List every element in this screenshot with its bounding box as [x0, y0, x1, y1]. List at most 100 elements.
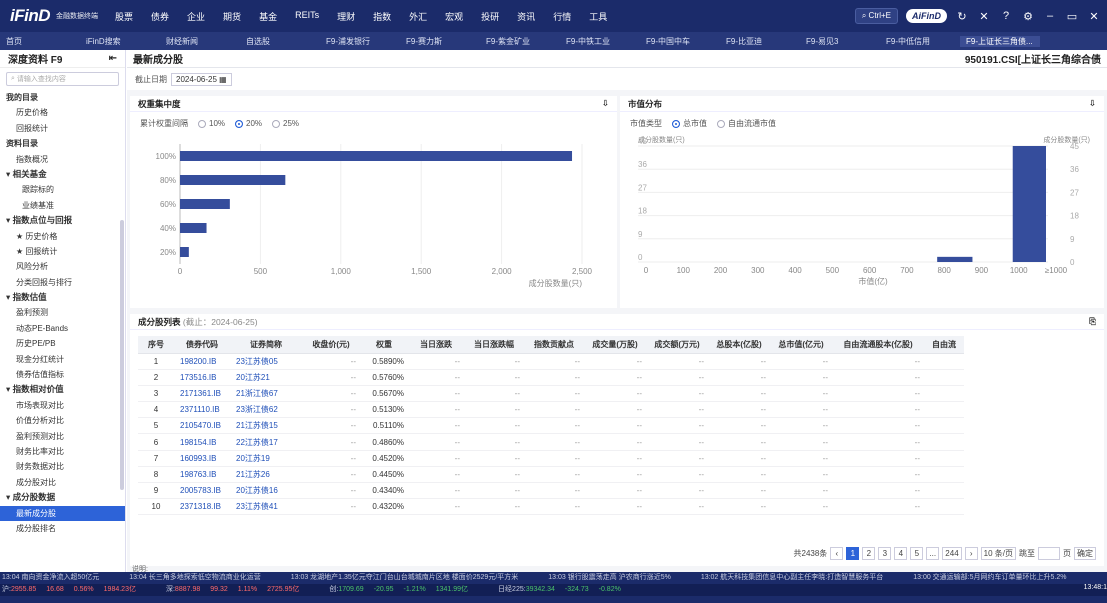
radio-option[interactable]: 自由流通市值: [717, 118, 776, 129]
menu-item[interactable]: 股票: [106, 10, 142, 23]
tab-item[interactable]: F9-中国中车: [640, 36, 720, 47]
sidebar-item[interactable]: ▾ 指数估值: [0, 290, 125, 305]
news-item[interactable]: 13:04 长三角多地探索低空物流商业化运营: [129, 572, 260, 582]
jump-page-input[interactable]: [1038, 547, 1060, 560]
index-quote[interactable]: 深:8887.98 99.32 1.11% 2725.95亿: [166, 584, 309, 596]
page-button[interactable]: 1: [846, 547, 860, 560]
sidebar-scrollbar[interactable]: [120, 220, 124, 490]
sidebar-item[interactable]: ▾ 成分股数据: [0, 490, 125, 505]
table-row[interactable]: 8 198763.IB 21江苏26 -- 0.4450% -- -- -- -- -- -- -- -…: [138, 466, 964, 484]
column-header[interactable]: 收盘价(元): [302, 336, 360, 354]
bond-code-link[interactable]: 2105470.IB: [174, 417, 230, 435]
bond-name-link[interactable]: 21浙江债67: [230, 385, 302, 403]
menu-item[interactable]: 外汇: [400, 10, 436, 23]
tab-item[interactable]: F9-中铁工业: [560, 36, 640, 47]
sidebar-item[interactable]: 风险分析: [0, 259, 125, 274]
menu-item[interactable]: REITs: [286, 10, 328, 23]
bond-name-link[interactable]: 21江苏26: [230, 466, 302, 484]
column-header[interactable]: 总市值(亿元): [770, 336, 832, 354]
sidebar-item[interactable]: ▾ 相关基金: [0, 167, 125, 182]
bond-name-link[interactable]: 20江苏19: [230, 450, 302, 467]
bond-name-link[interactable]: 23江苏债05: [230, 353, 302, 370]
tab-item[interactable]: F9-浦发银行: [320, 36, 400, 47]
bond-name-link[interactable]: 20江苏债16: [230, 482, 302, 500]
menu-item[interactable]: 企业: [178, 10, 214, 23]
sidebar-item[interactable]: 资料目录: [0, 136, 125, 151]
index-quote[interactable]: 沪:2955.85 16.68 0.56% 1984.23亿: [2, 584, 146, 596]
close-all-icon[interactable]: ✕: [977, 10, 991, 23]
table-row[interactable]: 5 2105470.IB 21江苏债15 -- 0.5110% -- -- -- -- -- -- -…: [138, 417, 964, 435]
table-row[interactable]: 3 2171361.IB 21浙江债67 -- 0.5670% -- -- -- -- -- -- -…: [138, 385, 964, 403]
news-item[interactable]: 13:04 南向资金净流入超50亿元: [2, 572, 99, 582]
sidebar-item[interactable]: 跟踪标的: [0, 182, 125, 197]
menu-item[interactable]: 理财: [328, 10, 364, 23]
bond-code-link[interactable]: 2171361.IB: [174, 385, 230, 403]
bond-name-link[interactable]: 22江苏债17: [230, 433, 302, 451]
sidebar-item[interactable]: 分类回报与排行: [0, 275, 125, 290]
minimize-icon[interactable]: –: [1043, 10, 1057, 22]
export-icon[interactable]: ⇩: [602, 98, 609, 109]
menu-item[interactable]: 债券: [142, 10, 178, 23]
tab-item[interactable]: F9-赛力斯: [400, 36, 480, 47]
confirm-button[interactable]: 确定: [1074, 547, 1096, 560]
news-item[interactable]: 13:03 银行股震荡走高 沪农商行涨近5%: [548, 572, 671, 582]
table-row[interactable]: 7 160993.IB 20江苏19 -- 0.4520% -- -- -- -- -- -- -- -…: [138, 450, 964, 467]
index-quote[interactable]: 日经225:39342.34 -324.73 -0.82%: [498, 584, 631, 596]
export-excel-icon[interactable]: ⎘: [1089, 316, 1096, 327]
column-header[interactable]: 序号: [138, 336, 174, 354]
menu-item[interactable]: 宏观: [436, 10, 472, 23]
sidebar-item[interactable]: 最新成分股: [0, 505, 125, 521]
table-row[interactable]: 2 173516.IB 20江苏21 -- 0.5760% -- -- -- -- -- -- -- -…: [138, 369, 964, 386]
help-icon[interactable]: ?: [999, 10, 1013, 22]
table-row[interactable]: 6 198154.IB 22江苏债17 -- 0.4860% -- -- -- -- -- -- --…: [138, 433, 964, 451]
page-button[interactable]: 244: [942, 547, 962, 560]
refresh-icon[interactable]: ↻: [955, 10, 969, 23]
menu-item[interactable]: 基金: [250, 10, 286, 23]
sidebar-item[interactable]: 市场表现对比: [0, 398, 125, 413]
bond-name-link[interactable]: 20江苏21: [230, 369, 302, 386]
menu-item[interactable]: 投研: [472, 10, 508, 23]
sidebar-item[interactable]: ★ 回报统计: [0, 244, 125, 259]
sidebar-item[interactable]: 历史PE/PB: [0, 336, 125, 351]
bond-code-link[interactable]: 2371110.IB: [174, 401, 230, 419]
news-item[interactable]: 13:03 龙湖地产1.35亿元夺江门台山台城城南片区地 楼面价2529元/平方…: [291, 572, 519, 582]
page-button[interactable]: 4: [894, 547, 908, 560]
sidebar-item[interactable]: 回报统计: [0, 121, 125, 136]
bond-code-link[interactable]: 2005783.IB: [174, 482, 230, 500]
sidebar-item[interactable]: 历史价格: [0, 105, 125, 120]
table-row[interactable]: 10 2371318.IB 23江苏债41 -- 0.4320% -- -- -- -- -- --…: [138, 498, 964, 516]
table-row[interactable]: 9 2005783.IB 20江苏债16 -- 0.4340% -- -- -- -- -- -- -…: [138, 482, 964, 500]
bond-code-link[interactable]: 198154.IB: [174, 433, 230, 451]
column-header[interactable]: 指数贡献点: [524, 336, 584, 354]
page-size-select[interactable]: 10 条/页: [980, 547, 1016, 560]
date-picker[interactable]: 2024-06-25 ▦: [171, 72, 232, 86]
sidebar-item[interactable]: 盈利预测: [0, 305, 125, 320]
page-button[interactable]: 5: [910, 547, 924, 560]
radio-option[interactable]: 总市值: [672, 118, 707, 129]
sidebar-item[interactable]: 盈利预测对比: [0, 429, 125, 444]
sidebar-item[interactable]: ★ 历史价格: [0, 229, 125, 244]
sidebar-item[interactable]: 我的目录: [0, 90, 125, 105]
menu-item[interactable]: 资讯: [508, 10, 544, 23]
column-header[interactable]: 当日涨跌幅: [464, 336, 524, 354]
tab-item[interactable]: F9-紫金矿业: [480, 36, 560, 47]
page-button[interactable]: ...: [926, 547, 940, 560]
radio-option[interactable]: 20%: [235, 119, 262, 128]
column-header[interactable]: 自由流通股本(亿股): [832, 336, 924, 354]
tab-item[interactable]: 自选股: [240, 36, 320, 47]
page-button[interactable]: 3: [878, 547, 892, 560]
column-header[interactable]: 总股本(亿股): [708, 336, 770, 354]
menu-item[interactable]: 期货: [214, 10, 250, 23]
tab-item[interactable]: 财经新闻: [160, 36, 240, 47]
aifind-button[interactable]: AiFinD: [906, 9, 947, 23]
tab-item[interactable]: F9-易见3: [800, 36, 880, 47]
bond-code-link[interactable]: 160993.IB: [174, 450, 230, 467]
sidebar-item[interactable]: ▾ 指数点位与回报: [0, 213, 125, 228]
sidebar-item[interactable]: 指数概况: [0, 152, 125, 167]
collapse-icon[interactable]: ⇤: [109, 53, 117, 64]
bond-code-link[interactable]: 2371318.IB: [174, 498, 230, 516]
menu-item[interactable]: 行情: [544, 10, 580, 23]
column-header[interactable]: 债券代码: [174, 336, 230, 354]
global-search-button[interactable]: ⌕ Ctrl+E: [854, 8, 898, 24]
table-row[interactable]: 4 2371110.IB 23浙江债62 -- 0.5130% -- -- -- -- -- -- -…: [138, 401, 964, 419]
